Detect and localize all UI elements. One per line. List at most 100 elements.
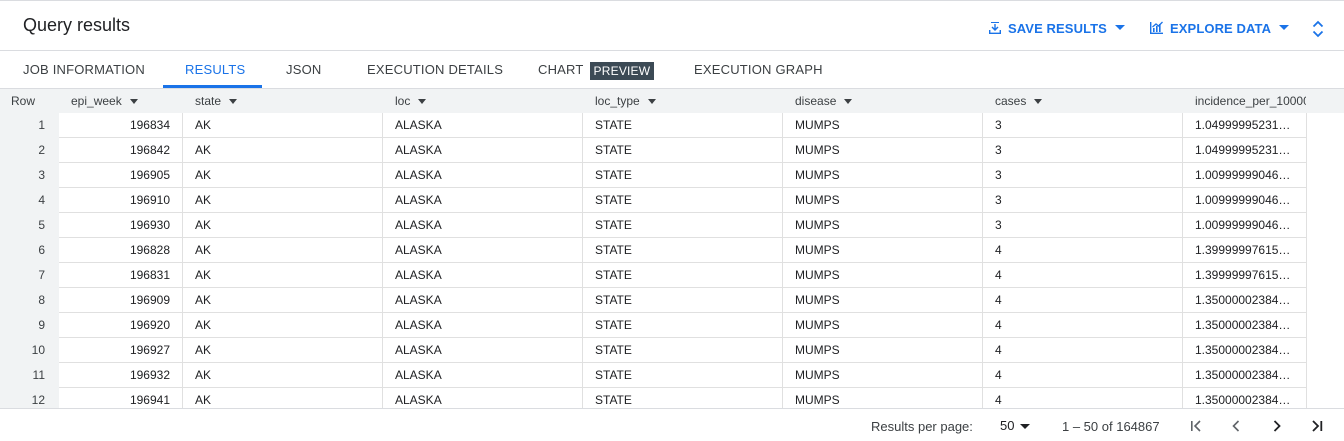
cell-disease[interactable]: MUMPS	[783, 263, 983, 288]
cell-incidence[interactable]: 1.3999999761581421	[1183, 238, 1307, 263]
cell-disease[interactable]: MUMPS	[783, 238, 983, 263]
cell-loc-type[interactable]: STATE	[583, 163, 783, 188]
cell-loc[interactable]: ALASKA	[383, 288, 583, 313]
cell-loc[interactable]: ALASKA	[383, 213, 583, 238]
cell-cases[interactable]: 4	[983, 338, 1183, 363]
cell-loc-type[interactable]: STATE	[583, 338, 783, 363]
cell-incidence[interactable]: 1.3999999761581421	[1183, 263, 1307, 288]
cell-loc[interactable]: ALASKA	[383, 138, 583, 163]
cell-state[interactable]: AK	[183, 138, 383, 163]
cell-loc-type[interactable]: STATE	[583, 288, 783, 313]
cell-incidence[interactable]: 1.3500000238418579	[1183, 338, 1307, 363]
explore-data-button[interactable]: EXPLORE DATA	[1149, 16, 1290, 40]
cell-epi-week[interactable]: 196842	[59, 138, 183, 163]
chevron-left-icon[interactable]	[1226, 416, 1246, 436]
cell-cases[interactable]: 4	[983, 363, 1183, 388]
cell-cases[interactable]: 3	[983, 188, 1183, 213]
cell-cases[interactable]: 3	[983, 113, 1183, 138]
cell-loc[interactable]: ALASKA	[383, 188, 583, 213]
unfold-icon[interactable]	[1311, 17, 1325, 41]
cell-loc-type[interactable]: STATE	[583, 213, 783, 238]
column-header-loc-type[interactable]: loc_type	[595, 89, 795, 114]
cell-loc[interactable]: ALASKA	[383, 313, 583, 338]
cell-cases[interactable]: 3	[983, 163, 1183, 188]
save-results-button[interactable]: SAVE RESULTS	[988, 16, 1125, 40]
cell-disease[interactable]: MUMPS	[783, 363, 983, 388]
cell-disease[interactable]: MUMPS	[783, 313, 983, 338]
cell-state[interactable]: AK	[183, 363, 383, 388]
cell-epi-week[interactable]: 196909	[59, 288, 183, 313]
cell-incidence[interactable]: 1.3500000238418579	[1183, 313, 1307, 338]
cell-loc[interactable]: ALASKA	[383, 113, 583, 138]
cell-state[interactable]: AK	[183, 113, 383, 138]
cell-cases[interactable]: 3	[983, 213, 1183, 238]
cell-state[interactable]: AK	[183, 188, 383, 213]
cell-loc[interactable]: ALASKA	[383, 238, 583, 263]
cell-state[interactable]: AK	[183, 263, 383, 288]
cell-loc-type[interactable]: STATE	[583, 388, 783, 408]
cell-loc-type[interactable]: STATE	[583, 113, 783, 138]
cell-epi-week[interactable]: 196910	[59, 188, 183, 213]
column-header-loc[interactable]: loc	[395, 89, 595, 114]
cell-state[interactable]: AK	[183, 288, 383, 313]
cell-cases[interactable]: 4	[983, 263, 1183, 288]
cell-loc[interactable]: ALASKA	[383, 163, 583, 188]
cell-cases[interactable]: 4	[983, 388, 1183, 408]
column-header-incidence[interactable]: incidence_per_10000	[1195, 89, 1306, 114]
tab-results[interactable]: RESULTS	[185, 51, 245, 88]
cell-incidence[interactable]: 1.0499999523162842	[1183, 138, 1307, 163]
column-header-state[interactable]: state	[195, 89, 395, 114]
tab-execution-graph[interactable]: EXECUTION GRAPH	[694, 51, 823, 88]
tab-chart[interactable]: CHART PREVIEW	[538, 51, 655, 88]
cell-disease[interactable]: MUMPS	[783, 388, 983, 408]
cell-loc-type[interactable]: STATE	[583, 138, 783, 163]
cell-disease[interactable]: MUMPS	[783, 288, 983, 313]
cell-incidence[interactable]: 1.0099999904632568	[1183, 163, 1307, 188]
cell-epi-week[interactable]: 196834	[59, 113, 183, 138]
cell-disease[interactable]: MUMPS	[783, 138, 983, 163]
cell-epi-week[interactable]: 196932	[59, 363, 183, 388]
cell-incidence[interactable]: 1.0099999904632568	[1183, 213, 1307, 238]
cell-disease[interactable]: MUMPS	[783, 213, 983, 238]
column-header-disease[interactable]: disease	[795, 89, 995, 114]
cell-loc-type[interactable]: STATE	[583, 363, 783, 388]
cell-epi-week[interactable]: 196930	[59, 213, 183, 238]
cell-loc[interactable]: ALASKA	[383, 363, 583, 388]
cell-loc[interactable]: ALASKA	[383, 338, 583, 363]
cell-cases[interactable]: 4	[983, 313, 1183, 338]
cell-state[interactable]: AK	[183, 388, 383, 408]
cell-epi-week[interactable]: 196905	[59, 163, 183, 188]
results-per-page-select[interactable]: 50	[1000, 418, 1031, 433]
cell-disease[interactable]: MUMPS	[783, 188, 983, 213]
cell-cases[interactable]: 3	[983, 138, 1183, 163]
cell-loc-type[interactable]: STATE	[583, 238, 783, 263]
first-page-icon[interactable]	[1186, 416, 1206, 436]
cell-disease[interactable]: MUMPS	[783, 113, 983, 138]
tab-execution-details[interactable]: EXECUTION DETAILS	[367, 51, 503, 88]
cell-incidence[interactable]: 1.3500000238418579	[1183, 288, 1307, 313]
cell-loc-type[interactable]: STATE	[583, 188, 783, 213]
tab-job-information[interactable]: JOB INFORMATION	[23, 51, 145, 88]
cell-epi-week[interactable]: 196920	[59, 313, 183, 338]
cell-incidence[interactable]: 1.3500000238418579	[1183, 363, 1307, 388]
cell-loc-type[interactable]: STATE	[583, 263, 783, 288]
cell-state[interactable]: AK	[183, 213, 383, 238]
cell-epi-week[interactable]: 196927	[59, 338, 183, 363]
cell-cases[interactable]: 4	[983, 288, 1183, 313]
cell-disease[interactable]: MUMPS	[783, 338, 983, 363]
cell-state[interactable]: AK	[183, 238, 383, 263]
cell-incidence[interactable]: 1.0099999904632568	[1183, 188, 1307, 213]
chevron-right-icon[interactable]	[1267, 416, 1287, 436]
cell-epi-week[interactable]: 196828	[59, 238, 183, 263]
cell-loc[interactable]: ALASKA	[383, 388, 583, 408]
cell-incidence[interactable]: 1.3500000238418579	[1183, 388, 1307, 408]
cell-epi-week[interactable]: 196831	[59, 263, 183, 288]
cell-loc-type[interactable]: STATE	[583, 313, 783, 338]
cell-disease[interactable]: MUMPS	[783, 163, 983, 188]
cell-cases[interactable]: 4	[983, 238, 1183, 263]
cell-epi-week[interactable]: 196941	[59, 388, 183, 408]
column-header-epi-week[interactable]: epi_week	[71, 89, 195, 114]
cell-state[interactable]: AK	[183, 163, 383, 188]
cell-loc[interactable]: ALASKA	[383, 263, 583, 288]
cell-state[interactable]: AK	[183, 338, 383, 363]
